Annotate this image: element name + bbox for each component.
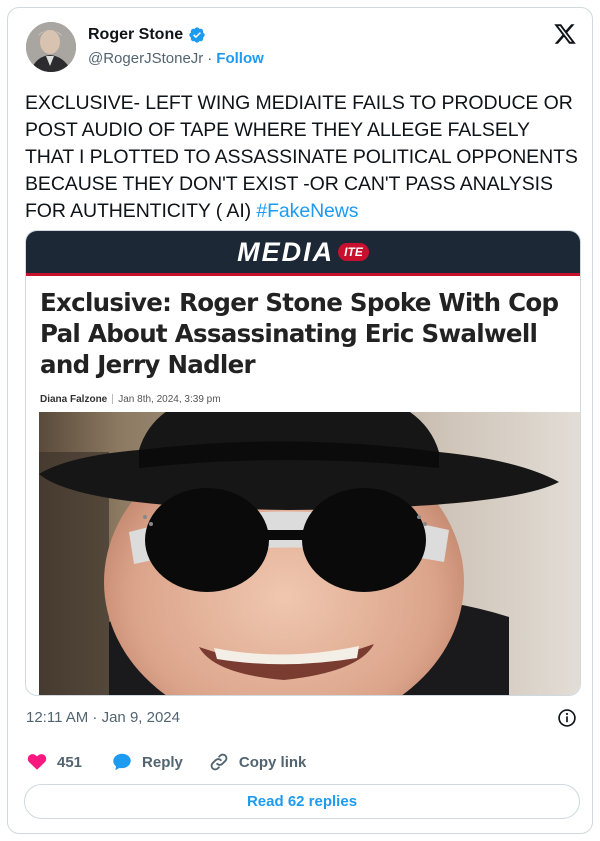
mediaite-masthead: MEDIA ITE bbox=[26, 231, 580, 276]
like-count: 451 bbox=[57, 753, 83, 771]
article-byline: Diana Falzone Jan 8th, 2024, 3:39 pm bbox=[40, 394, 221, 405]
copy-link-label: Copy link bbox=[238, 753, 307, 771]
reply-button[interactable]: Reply bbox=[111, 751, 183, 773]
read-replies-button[interactable]: Read 62 replies bbox=[24, 784, 580, 819]
link-icon bbox=[210, 753, 228, 771]
like-button[interactable]: 451 bbox=[26, 751, 82, 773]
avatar[interactable] bbox=[26, 22, 76, 72]
byline-author: Diana Falzone bbox=[40, 394, 108, 405]
action-bar: 451 Reply Copy link bbox=[26, 750, 306, 774]
mediaite-logo-suffix: ITE bbox=[338, 243, 369, 261]
byline-date: Jan 8th, 2024, 3:39 pm bbox=[118, 394, 221, 405]
handle-row: @RogerJStoneJr · Follow bbox=[88, 50, 264, 67]
article-headline: Exclusive: Roger Stone Spoke With Cop Pa… bbox=[40, 288, 559, 379]
article-photo bbox=[39, 412, 580, 695]
reply-bubble-icon bbox=[113, 753, 131, 771]
author-name[interactable]: Roger Stone bbox=[88, 26, 183, 44]
follow-button[interactable]: Follow bbox=[216, 50, 264, 67]
tweet-text: EXCLUSIVE- LEFT WING MEDIAITE FAILS TO P… bbox=[25, 90, 580, 225]
handle-separator: · bbox=[207, 50, 213, 67]
heart-icon bbox=[27, 754, 47, 770]
hashtag-link[interactable]: #FakeNews bbox=[256, 200, 358, 222]
copy-link-button[interactable]: Copy link bbox=[208, 751, 307, 773]
author-handle[interactable]: @RogerJStoneJr bbox=[88, 50, 203, 67]
reply-label: Reply bbox=[142, 753, 183, 771]
mediaite-logo: MEDIA bbox=[237, 236, 335, 267]
byline-divider bbox=[112, 394, 114, 405]
verified-badge-icon bbox=[189, 27, 205, 43]
tweet-timestamp[interactable]: 12:11 AM · Jan 9, 2024 bbox=[26, 709, 180, 726]
x-logo-icon[interactable] bbox=[553, 22, 577, 46]
info-icon[interactable] bbox=[557, 708, 577, 728]
media-image[interactable]: MEDIA ITE Exclusive: Roger Stone Spoke W… bbox=[25, 230, 581, 696]
author-row: Roger Stone bbox=[88, 26, 206, 44]
